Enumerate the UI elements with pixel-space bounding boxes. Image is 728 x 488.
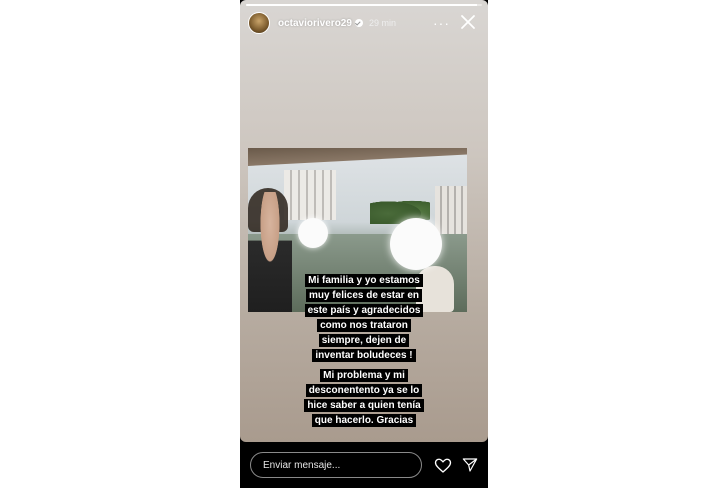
paper-plane-icon[interactable] bbox=[462, 457, 478, 473]
story-header: octaviorivero29 29 min ··· bbox=[248, 12, 480, 34]
caption-line: que hacerlo. Gracias bbox=[311, 414, 417, 427]
verified-badge-icon bbox=[354, 19, 363, 27]
caption-line: siempre, dejen de bbox=[318, 334, 410, 347]
caption-line: desconentento ya se lo bbox=[305, 384, 423, 397]
story-time: 29 min bbox=[368, 18, 396, 28]
story-progress-bar bbox=[246, 4, 482, 6]
story-viewer[interactable]: octaviorivero29 29 min ··· Mi familia y … bbox=[240, 0, 488, 488]
story-footer: Enviar mensaje... bbox=[240, 442, 488, 488]
message-input[interactable]: Enviar mensaje... bbox=[250, 452, 422, 478]
caption-line: muy felices de estar en bbox=[305, 289, 423, 302]
heart-icon[interactable] bbox=[434, 457, 452, 475]
caption-line: Mi familia y yo estamos bbox=[305, 274, 423, 287]
caption-line: Mi problema y mi bbox=[320, 369, 408, 382]
photo-awning bbox=[248, 148, 467, 166]
close-icon[interactable] bbox=[458, 12, 478, 32]
caption-line: inventar boludeces ! bbox=[312, 349, 416, 362]
caption-line: este país y agradecidos bbox=[304, 304, 424, 317]
caption-line: hice saber a quien tenía bbox=[304, 399, 424, 412]
caption-line: como nos trataron bbox=[317, 319, 411, 332]
face-blur-circle bbox=[390, 218, 442, 270]
ellipsis-icon[interactable]: ··· bbox=[433, 16, 450, 30]
caption-block-1: Mi familia y yo estamos muy felices de e… bbox=[250, 273, 478, 363]
story-progress-fill bbox=[246, 4, 478, 6]
face-blur-circle bbox=[298, 218, 328, 248]
caption-block-2: Mi problema y mi desconentento ya se lo … bbox=[250, 368, 478, 428]
username[interactable]: octaviorivero29 bbox=[278, 18, 352, 29]
avatar[interactable] bbox=[248, 12, 270, 34]
